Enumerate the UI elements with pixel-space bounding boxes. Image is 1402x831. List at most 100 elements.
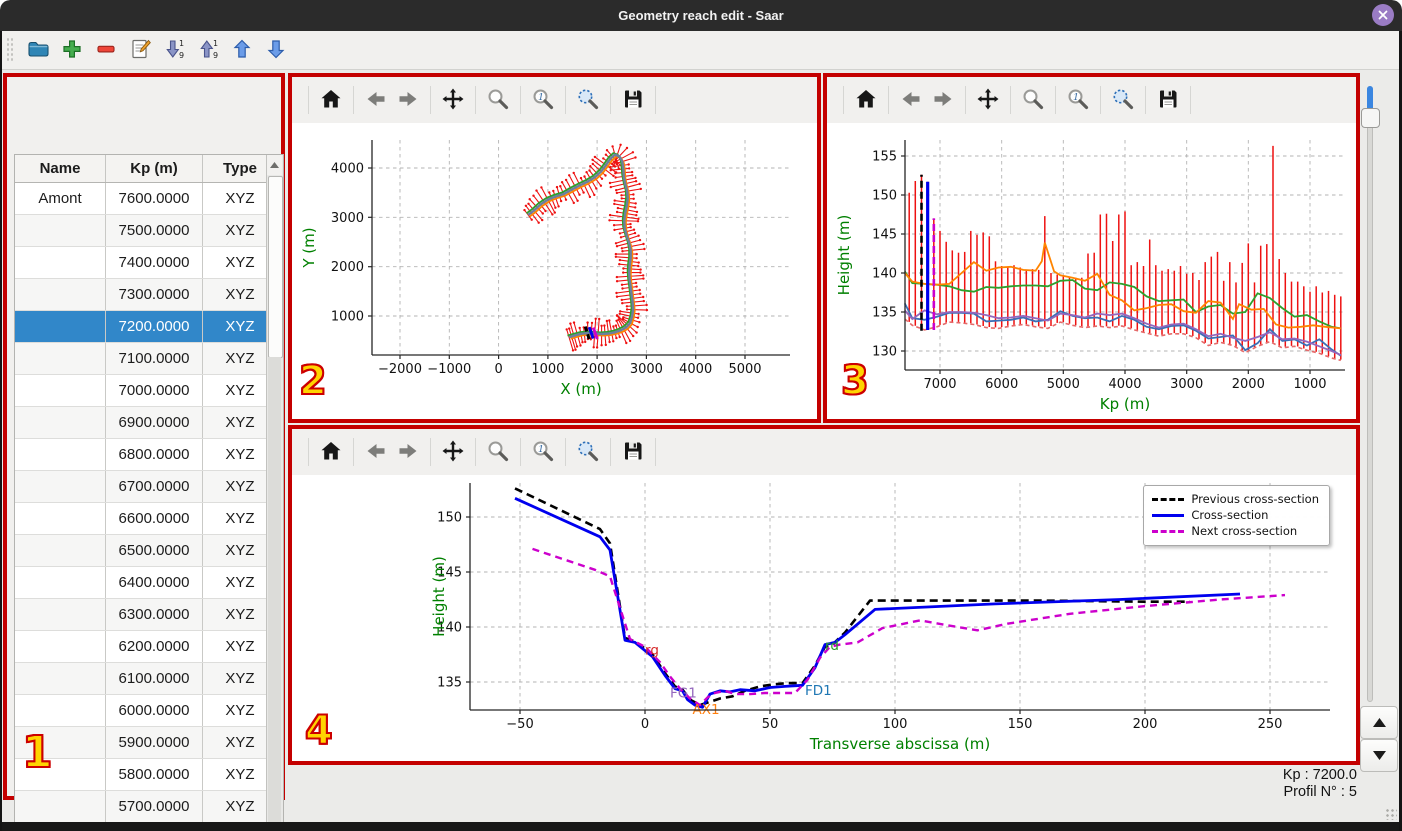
legend-sample-previous [1152,497,1185,501]
table-row[interactable]: 7000.0000 XYZ [15,374,278,407]
table-row[interactable]: 6700.0000 XYZ [15,470,278,503]
cross-zoom-initial-button[interactable]: 1 [527,436,559,468]
titlebar[interactable]: Geometry reach edit - Saar [0,0,1402,31]
cross-section-plot-canvas[interactable]: rg FG1 AX1 FD1 rd −50 0 50 100 150 200 250 135 140 145… [292,475,1356,761]
move-up-button[interactable] [228,34,258,64]
scrollbar-thumb[interactable] [268,176,283,358]
column-header-kpm[interactable]: Kp (m) [105,155,203,183]
close-button[interactable] [1372,4,1394,26]
plan-zoom-rect-button[interactable] [572,84,604,116]
long-back-button[interactable] [895,84,927,116]
cross-home-button[interactable] [315,436,347,468]
svg-text:5000: 5000 [728,362,761,377]
sort-descending-button[interactable]: 19 [160,34,190,64]
sort-ascending-button[interactable]: 19 [194,34,224,64]
forward-icon [399,444,417,458]
profile-slider[interactable] [1367,86,1373,702]
scrollbar-track[interactable] [268,357,281,831]
move-down-button[interactable] [262,34,292,64]
svg-text:3000: 3000 [1170,377,1203,392]
table-row[interactable]: 7100.0000 XYZ [15,342,278,375]
resize-grip[interactable] [1385,808,1397,820]
plan-zoom-button[interactable] [482,84,514,116]
column-header-name[interactable]: Name [15,155,106,183]
svg-text:150: 150 [437,511,462,526]
table-scrollbar[interactable] [266,155,283,831]
table-row[interactable]: 6900.0000 XYZ [15,406,278,439]
add-profile-button[interactable] [58,34,88,64]
sort-desc-icon: 19 [166,39,184,60]
svg-text:9: 9 [213,51,218,60]
long-forward-button[interactable] [927,84,959,116]
table-row[interactable]: 7500.0000 XYZ [15,214,278,247]
open-button[interactable] [24,34,54,64]
scrollbar-up-button[interactable] [267,155,282,175]
cross-section-panel: 1 rg FG1 AX1 FD1 rd −50 0 50 100 150 200 250 135 140 1… [288,425,1360,765]
annotation-FD1: FD1 [805,683,832,699]
table-row[interactable]: 7300.0000 XYZ [15,278,278,311]
cross-forward-button[interactable] [392,436,424,468]
home-icon [321,90,341,108]
next-profile-button[interactable] [1360,739,1398,772]
plan-pan-button[interactable] [437,84,469,116]
table-row[interactable]: 6200.0000 XYZ [15,630,278,663]
plan-plot-canvas[interactable]: −2000 −1000 0 1000 2000 3000 4000 5000 1000 2000 3… [292,123,817,419]
table-row[interactable]: 7400.0000 XYZ [15,246,278,279]
long-zoom-rect-button[interactable] [1107,84,1139,116]
table-row[interactable]: 5900.0000 XYZ [15,726,278,759]
long-zoom-button[interactable] [1017,84,1049,116]
profile-slider-handle[interactable] [1361,108,1380,128]
table-row[interactable]: 7200.0000 XYZ [15,310,278,343]
svg-text:4000: 4000 [1108,377,1141,392]
table-row[interactable]: 6400.0000 XYZ [15,566,278,599]
forward-icon [934,92,952,106]
move-up-icon [233,39,251,58]
plan-save-button[interactable] [617,84,649,116]
cross-zoom-rect-button[interactable] [572,436,604,468]
svg-text:0: 0 [494,362,502,377]
table-row[interactable]: 5700.0000 XYZ [15,790,278,823]
svg-text:50: 50 [762,717,779,732]
table-row[interactable]: 6000.0000 XYZ [15,694,278,727]
panel-annotation-2: 2 [298,358,328,404]
legend-sample-next [1152,529,1185,533]
forward-icon [399,92,417,106]
svg-text:−50: −50 [506,717,533,732]
edit-profile-button[interactable] [126,34,156,64]
longitudinal-plot-canvas[interactable]: 7000 6000 5000 4000 3000 2000 1000 130 135 140 145… [827,123,1356,419]
cross-save-button[interactable] [617,436,649,468]
table-row[interactable]: 6600.0000 XYZ [15,502,278,535]
cross-pan-button[interactable] [437,436,469,468]
long-pan-button[interactable] [972,84,1004,116]
plan-zoom-initial-button[interactable]: 1 [527,84,559,116]
plan-forward-button[interactable] [392,84,424,116]
toolbar-drag-handle[interactable] [6,37,14,63]
table-row[interactable]: 6800.0000 XYZ [15,438,278,471]
previous-profile-button[interactable] [1360,706,1398,739]
pan-icon [442,440,464,462]
long-zoom-initial-button[interactable]: 1 [1062,84,1094,116]
zoom-rect-icon [578,89,599,110]
remove-profile-button[interactable] [92,34,122,64]
plan-home-button[interactable] [315,84,347,116]
table-row[interactable]: 6300.0000 XYZ [15,598,278,631]
long-save-button[interactable] [1152,84,1184,116]
table-row[interactable]: Amont 7600.0000 XYZ [15,182,278,215]
triangle-up-icon [270,162,279,168]
svg-text:1: 1 [1073,92,1079,103]
svg-text:150: 150 [872,189,897,204]
svg-text:1000: 1000 [1293,377,1326,392]
cross-back-button[interactable] [360,436,392,468]
cross-zoom-button[interactable] [482,436,514,468]
footer-info: Kp : 7200.0 Profil N° : 5 [1150,767,1357,801]
svg-text:Height (m): Height (m) [430,556,448,637]
svg-text:100: 100 [883,717,908,732]
long-home-button[interactable] [850,84,882,116]
edit-icon [132,39,151,58]
plan-back-button[interactable] [360,84,392,116]
table-row[interactable]: 5800.0000 XYZ [15,758,278,791]
save-icon [625,90,642,108]
table-row[interactable]: 6500.0000 XYZ [15,534,278,567]
table-row[interactable]: 6100.0000 XYZ [15,662,278,695]
legend-label-current: Cross-section [1191,508,1269,522]
